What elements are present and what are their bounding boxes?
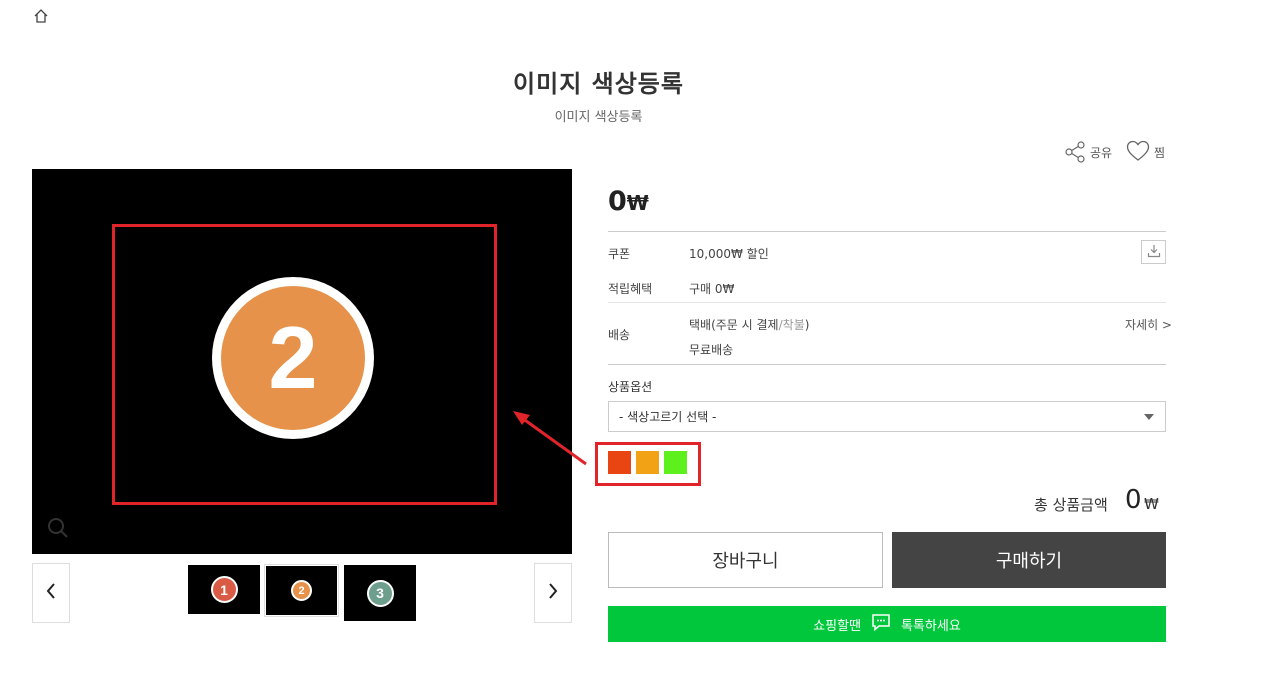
product-price: 0₩ bbox=[608, 186, 649, 217]
shipping-cod-option: 착불 bbox=[782, 318, 805, 332]
wish-button[interactable]: 찜 bbox=[1126, 140, 1166, 165]
thumbnail-badge: 3 bbox=[366, 579, 394, 607]
coupon-download-button[interactable] bbox=[1141, 240, 1166, 264]
color-swatch-orange-red[interactable] bbox=[608, 451, 631, 474]
shipping-fee: 무료배송 bbox=[689, 343, 734, 357]
divider bbox=[608, 302, 1166, 303]
zoom-icon[interactable] bbox=[46, 516, 70, 544]
add-to-cart-button[interactable]: 장바구니 bbox=[608, 532, 883, 588]
total-label: 총 상품금액 bbox=[1034, 496, 1108, 514]
total-value: 0 bbox=[1125, 485, 1142, 515]
price-unit: ₩ bbox=[626, 191, 649, 215]
shipping-label: 배송 bbox=[608, 328, 631, 342]
thumbnail-prev-button[interactable] bbox=[32, 563, 70, 623]
caret-down-icon bbox=[1144, 414, 1154, 420]
thumbnail-3[interactable]: 3 bbox=[344, 565, 416, 621]
shipping-method-text: 택배( bbox=[689, 318, 716, 332]
coupon-value: 10,000₩ 할인 bbox=[689, 247, 769, 261]
number-badge-inner: 2 bbox=[221, 286, 365, 430]
option-label: 상품옵션 bbox=[608, 380, 653, 394]
thumbnail-next-button[interactable] bbox=[534, 563, 572, 623]
divider bbox=[608, 231, 1166, 232]
share-icon bbox=[1064, 141, 1086, 163]
talk-suffix: 톡톡하세요 bbox=[901, 618, 961, 634]
option-select-value: - 색상고르기 선택 - bbox=[619, 410, 717, 424]
color-swatch-amber[interactable] bbox=[636, 451, 659, 474]
color-option-select[interactable]: - 색상고르기 선택 - bbox=[608, 401, 1166, 432]
thumbnail-1[interactable]: 1 bbox=[188, 565, 260, 614]
home-icon[interactable] bbox=[33, 8, 49, 24]
points-value: 구매 0₩ bbox=[689, 282, 735, 296]
price-value: 0 bbox=[608, 186, 627, 217]
talk-prefix: 쇼핑할땐 bbox=[813, 618, 862, 634]
buy-now-button[interactable]: 구매하기 bbox=[892, 532, 1166, 588]
chevron-right-icon bbox=[547, 581, 559, 605]
thumbnail-badge: 2 bbox=[291, 580, 312, 601]
shipping-method: 택배(주문 시 결제/착불) bbox=[689, 316, 809, 333]
product-main-image[interactable]: 2 bbox=[32, 169, 572, 554]
divider bbox=[608, 364, 1166, 365]
chat-bubble-icon bbox=[871, 613, 891, 635]
coupon-label: 쿠폰 bbox=[608, 247, 631, 261]
total-unit: ₩ bbox=[1144, 495, 1159, 513]
page-title: 이미지 색상등록 bbox=[513, 70, 684, 98]
number-badge: 2 bbox=[212, 277, 374, 439]
shipping-pay-option: 주문 시 결제 bbox=[715, 318, 779, 332]
wish-label: 찜 bbox=[1154, 145, 1166, 160]
color-swatch-green[interactable] bbox=[664, 451, 687, 474]
heart-icon bbox=[1126, 140, 1150, 165]
talktalk-button[interactable]: 쇼핑할땐 톡톡하세요 bbox=[608, 606, 1166, 642]
shipping-detail-link[interactable]: 자세히 > bbox=[1125, 316, 1172, 333]
points-label: 적립혜택 bbox=[608, 282, 653, 296]
share-button[interactable]: 공유 bbox=[1064, 141, 1112, 163]
thumbnail-2[interactable]: 2 bbox=[264, 564, 339, 617]
page-subtitle: 이미지 색상등록 bbox=[554, 110, 643, 125]
chevron-left-icon bbox=[45, 581, 57, 605]
annotation-arrow bbox=[513, 411, 587, 466]
download-icon bbox=[1147, 243, 1161, 262]
thumbnail-badge: 1 bbox=[210, 576, 238, 603]
shipping-method-end: ) bbox=[804, 318, 810, 332]
share-label: 공유 bbox=[1090, 145, 1113, 160]
